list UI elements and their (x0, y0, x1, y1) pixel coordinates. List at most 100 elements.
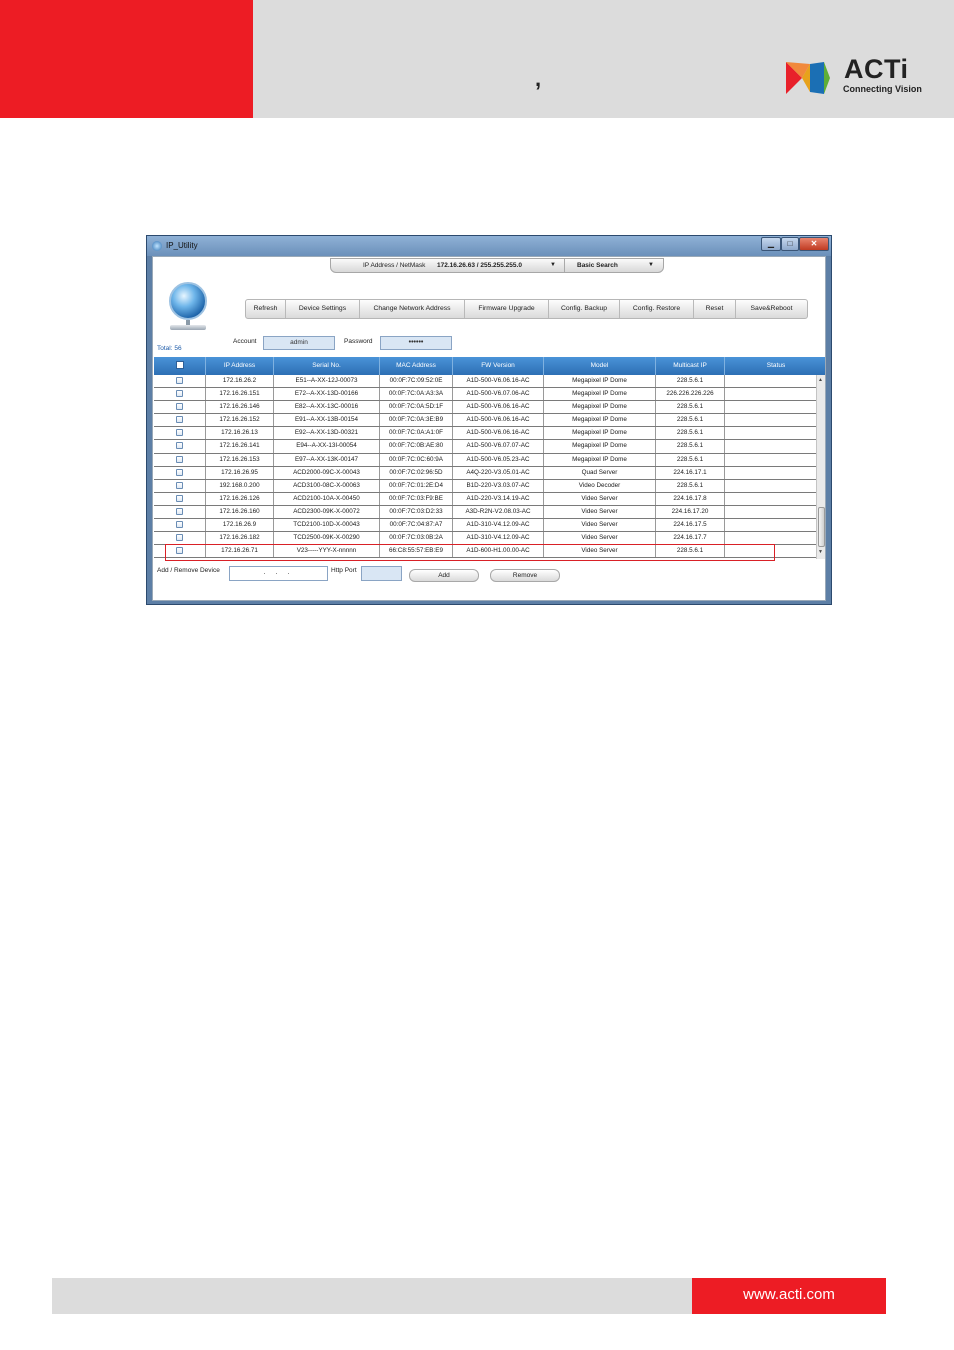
row-checkbox[interactable] (176, 390, 183, 398)
search-mode-select[interactable]: Basic Search (577, 262, 618, 269)
row-checkbox[interactable] (176, 534, 183, 542)
config-backup-button[interactable]: Config. Backup (549, 300, 620, 318)
table-row[interactable]: 172.16.26.9 TCD2100-10D-X-00043 00:0F:7C:0… (154, 519, 816, 533)
row-checkbox[interactable] (176, 494, 183, 502)
row-checkbox[interactable] (176, 481, 183, 489)
model-cell: Megapixel IP Dome (544, 375, 656, 388)
row-checkbox[interactable] (176, 468, 183, 476)
serial-no-cell: ACD2000-09C-X-00043 (274, 466, 380, 479)
network-select[interactable]: 172.16.26.63 / 255.255.255.0 (437, 262, 522, 269)
table-row[interactable]: 172.16.26.126 ACD2100-10A-X-00450 00:0F:7C… (154, 492, 816, 506)
multicast-ip-cell: 228.5.6.1 (656, 414, 725, 427)
ip-address-cell: 172.16.26.152 (206, 414, 274, 427)
refresh-button[interactable]: Refresh (246, 300, 286, 318)
save-reboot-button[interactable]: Save&Reboot (736, 300, 807, 318)
col-model[interactable]: Model (544, 357, 656, 375)
device-ip-field[interactable]: . . . (229, 566, 328, 581)
scroll-down-icon[interactable]: ▼ (818, 549, 823, 555)
reset-button[interactable]: Reset (694, 300, 736, 318)
multicast-ip-cell: 228.5.6.1 (656, 427, 725, 440)
select-cell (154, 427, 206, 440)
multicast-ip-cell: 228.5.6.1 (656, 479, 725, 492)
col-mac-address[interactable]: MAC Address (380, 357, 453, 375)
table-row[interactable]: 172.16.26.146 E82--A-XX-13C-00016 00:0F:7C… (154, 401, 816, 415)
scroll-up-icon[interactable]: ▲ (818, 377, 823, 383)
row-checkbox[interactable] (176, 377, 183, 384)
model-cell: Megapixel IP Dome (544, 453, 656, 466)
table-row[interactable]: 172.16.26.153 E97--A-XX-13K-00147 00:0F:7C… (154, 453, 816, 467)
model-cell: Video Server (544, 519, 656, 532)
table-row[interactable]: 172.16.26.95 ACD2000-09C-X-00043 00:0F:7C:… (154, 466, 816, 480)
mac-address-cell: 00:0F:7C:03:D2:33 (380, 505, 453, 519)
table-row[interactable]: 172.16.26.151 E72--A-XX-13D-00166 00:0F:7C… (154, 388, 816, 402)
select-all-cell (154, 357, 206, 375)
mac-address-cell: 00:0F:7C:0C:60:9A (380, 453, 453, 466)
page-header: , ACTi Connecting Vision (0, 0, 954, 118)
table-row[interactable]: 192.168.0.200 ACD3100-08C-X-00063 00:0F:7C… (154, 479, 816, 493)
row-checkbox[interactable] (176, 455, 183, 463)
firmware-upgrade-button[interactable]: Firmware Upgrade (465, 300, 549, 318)
table-row[interactable]: 172.16.26.13 E92--A-XX-13D-00321 00:0F:7C:… (154, 427, 816, 441)
maximize-button[interactable]: □ (781, 237, 799, 251)
row-checkbox[interactable] (176, 403, 183, 411)
row-checkbox[interactable] (176, 442, 183, 450)
chevron-down-icon[interactable]: ▼ (648, 262, 654, 268)
col-ip-address[interactable]: IP Address (206, 357, 274, 375)
globe-icon (169, 282, 207, 320)
add-button[interactable]: Add (409, 569, 479, 582)
fw-version-cell: A1D-500-V6.05.23-AC (453, 453, 544, 466)
table-row[interactable]: 172.16.26.152 E91--A-XX-13B-00154 00:0F:7C… (154, 414, 816, 428)
select-cell (154, 401, 206, 414)
password-label: Password (344, 338, 373, 345)
table-row[interactable]: 172.16.26.141 E94--A-XX-13I-00054 00:0F:7C… (154, 440, 816, 454)
table-header: IP Address Serial No. MAC Address FW Ver… (154, 357, 825, 375)
total-count: Total: 56 (157, 345, 182, 352)
model-cell: Video Server (544, 505, 656, 519)
status-cell (725, 440, 816, 452)
ip-address-cell: 172.16.26.13 (206, 427, 274, 440)
http-port-label: Http Port (331, 567, 357, 574)
select-cell (154, 388, 206, 401)
ip-utility-window: IP_Utility ▁ □ ✕ IP Address / NetMask 17… (146, 235, 832, 605)
row-checkbox[interactable] (176, 416, 183, 424)
select-cell (154, 532, 206, 545)
row-checkbox[interactable] (176, 429, 183, 437)
col-fw-version[interactable]: FW Version (453, 357, 544, 375)
divider (564, 259, 565, 272)
http-port-field[interactable] (361, 566, 402, 581)
mac-address-cell: 00:0F:7C:03:F9:BE (380, 492, 453, 505)
chevron-down-icon[interactable]: ▼ (550, 262, 556, 268)
acti-logo-icon (786, 62, 830, 94)
scrollbar-thumb[interactable] (818, 507, 825, 547)
multicast-ip-cell: 224.16.17.20 (656, 505, 725, 519)
col-status[interactable]: Status (725, 357, 825, 375)
acti-logo: ACTi Connecting Vision (784, 54, 924, 100)
fw-version-cell: A1D-220-V3.14.19-AC (453, 492, 544, 505)
remove-button[interactable]: Remove (490, 569, 560, 582)
serial-no-cell: TCD2100-10D-X-00043 (274, 519, 380, 532)
close-button[interactable]: ✕ (799, 237, 829, 251)
footer-url[interactable]: www.acti.com (692, 1278, 886, 1314)
window-titlebar[interactable]: IP_Utility ▁ □ ✕ (147, 236, 831, 256)
table-row[interactable]: 172.16.26.2 E51--A-XX-12J-00073 00:0F:7C:0… (154, 375, 816, 389)
select-all-checkbox[interactable] (175, 361, 184, 369)
col-serial-no[interactable]: Serial No. (274, 357, 380, 375)
multicast-ip-cell: 224.16.17.5 (656, 519, 725, 532)
row-checkbox[interactable] (176, 521, 183, 529)
device-settings-button[interactable]: Device Settings (286, 300, 360, 318)
account-field[interactable]: admin (263, 336, 335, 350)
col-multicast-ip[interactable]: Multicast IP (656, 357, 725, 375)
password-field[interactable]: •••••• (380, 336, 452, 350)
config-restore-button[interactable]: Config. Restore (620, 300, 694, 318)
table-row[interactable]: 172.16.26.160 ACD2300-09K-X-00072 00:0F:7C… (154, 505, 816, 520)
vertical-scrollbar[interactable]: ▲ ▼ (816, 375, 825, 559)
change-network-address-button[interactable]: Change Network Address (360, 300, 465, 318)
ip-address-cell: 172.16.26.151 (206, 388, 274, 401)
page-footer: www.acti.com (52, 1278, 886, 1314)
row-checkbox[interactable] (176, 507, 183, 515)
ip-address-cell: 172.16.26.9 (206, 519, 274, 532)
model-cell: Quad Server (544, 466, 656, 479)
model-cell: Megapixel IP Dome (544, 414, 656, 427)
minimize-button[interactable]: ▁ (761, 237, 781, 251)
multicast-ip-cell: 228.5.6.1 (656, 375, 725, 388)
